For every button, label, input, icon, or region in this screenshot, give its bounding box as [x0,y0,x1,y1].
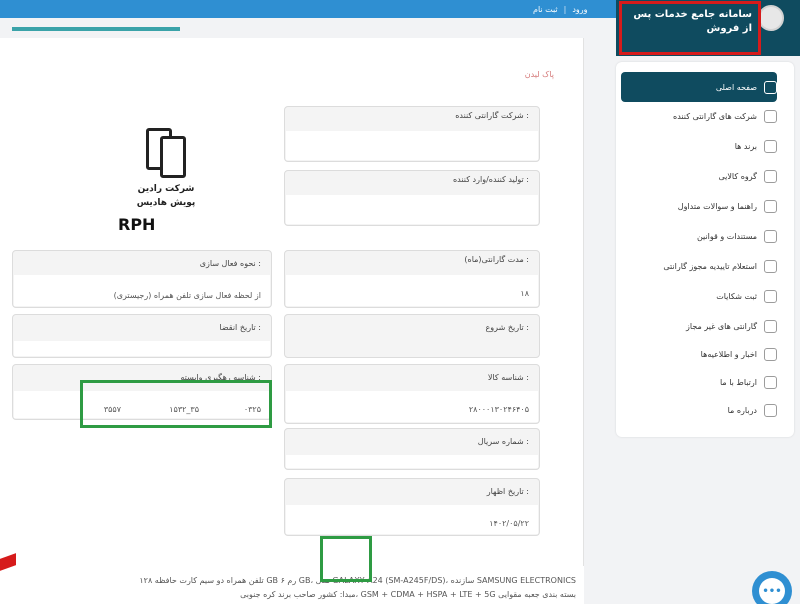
home-icon [764,80,777,94]
auth-links: ثبت نام | ورود [533,0,588,18]
serial-number-field: شماره سریال : [284,428,540,470]
warranty-company-label: شرکت گارانتی کننده : [455,111,529,120]
help-icon [764,199,777,213]
sidebar-item-complaints[interactable]: ثبت شکایات [621,284,777,308]
manufacturer-label: تولید کننده/وارد کننده : [452,175,529,184]
start-date-label: تاریخ شروع : [485,323,529,332]
activation-method-label: نحوه فعال سازی : [199,259,261,268]
forbidden-icon [764,319,777,333]
highlight-box-red [619,1,761,55]
info-icon [764,403,777,417]
warranty-period-label: مدت گارانتی(ماه) : [464,255,529,264]
product-id-label: شناسه کالا : [487,373,529,382]
sidebar-item-label: راهنما و سوالات متداول [677,201,757,211]
sidebar-item-faq[interactable]: راهنما و سوالات متداول [621,194,777,218]
verify-icon [764,259,777,273]
phone-icon [764,375,777,389]
activation-method-value: از لحظه فعال سازی تلفن همراه (رجیستری) [113,291,261,300]
register-link[interactable]: ثبت نام [533,5,558,14]
expiry-date-label: تاریخ انقضا : [219,323,261,332]
warranty-company-field: شرکت گارانتی کننده : [284,106,540,162]
box-icon [764,169,777,183]
sidebar-item-product-groups[interactable]: گروه کالایی [621,164,777,188]
sidebar-item-home[interactable]: صفحه اصلی [621,72,777,102]
manufacturer-field: تولید کننده/وارد کننده : [284,170,540,226]
news-icon [764,347,777,361]
sidebar-item-label: ثبت شکایات [716,291,757,301]
complaint-icon [764,289,777,303]
logo-line-2: پویش هادیس [136,198,196,208]
login-link[interactable]: ورود [572,5,587,14]
sidebar-item-about[interactable]: درباره ما [621,398,777,422]
product-id-value: ۲۸۰۰۰۱۳۰۲۴۶۴۰۵ [468,405,529,414]
site-logo[interactable] [758,5,784,31]
sidebar-item-verify-license[interactable]: استعلام تاییدیه مجوز گارانتی [621,254,777,278]
sidebar-item-label: ارتباط با ما [719,377,757,387]
sidebar-item-label: درباره ما [727,405,757,415]
company-logo: شرکت رادین پویش هادیس RPH [110,118,222,244]
sidebar-item-label: اخبار و اطلاعیه‌ها [700,349,757,359]
loading-bar [12,27,180,31]
section-tag: پاک لیدن [524,70,554,79]
activation-method-field: نحوه فعال سازی : از لحظه فعال سازی تلفن … [12,250,272,308]
sidebar-item-news[interactable]: اخبار و اطلاعیه‌ها [621,342,777,366]
product-description: تلفن همراه دو سیم کارت حافظه ۱۲۸ GB رم ۶… [0,566,584,604]
chat-button[interactable]: ••• [752,571,792,604]
logo-abbrev: RPH [118,215,156,234]
sidebar-item-unauthorized[interactable]: گارانتی های غیر مجاز [621,314,777,338]
document-icon [764,229,777,243]
warranty-period-value: ۱۸ [520,289,529,298]
highlight-box-green-tracking [80,380,272,428]
tag-icon [764,139,777,153]
auth-separator: | [563,4,567,14]
company-icon [764,109,777,123]
sidebar-item-label: صفحه اصلی [715,82,757,92]
product-id-field: شناسه کالا : ۲۸۰۰۰۱۳۰۲۴۶۴۰۵ [284,364,540,424]
sidebar-item-brands[interactable]: برند ها [621,134,777,158]
start-date-field: تاریخ شروع : [284,314,540,358]
sidebar-item-label: برند ها [734,141,757,151]
declaration-date-label: تاریخ اظهار : [486,487,529,496]
declaration-date-field: تاریخ اظهار : ۱۴۰۲/۰۵/۲۲ [284,478,540,536]
sidebar-item-contact[interactable]: ارتباط با ما [621,370,777,394]
sidebar-item-documents[interactable]: مستندات و قوانین [621,224,777,248]
sidebar-item-warranty-companies[interactable]: شرکت های گارانتی کننده [621,104,777,128]
top-bar [0,0,616,18]
logo-line-1: شرکت رادین [137,184,195,194]
sidebar-item-label: شرکت های گارانتی کننده [673,111,757,121]
sidebar-item-label: مستندات و قوانین [696,231,757,241]
sidebar-item-label: گارانتی های غیر مجاز [686,321,757,331]
sidebar-item-label: استعلام تاییدیه مجوز گارانتی [663,261,757,271]
sidebar-item-label: گروه کالایی [718,171,757,181]
description-line-2: مبدا: کشور صاحب برند کره جنوبی، GSM + CD… [240,590,576,599]
serial-number-label: شماره سریال : [477,437,529,446]
chat-icon: ••• [759,578,785,604]
phone-icon-front [160,136,186,178]
declaration-date-value: ۱۴۰۲/۰۵/۲۲ [489,519,529,528]
highlight-box-green-brand [320,536,372,582]
expiry-date-field: تاریخ انقضا : [12,314,272,358]
warranty-period-field: مدت گارانتی(ماه) : ۱۸ [284,250,540,308]
